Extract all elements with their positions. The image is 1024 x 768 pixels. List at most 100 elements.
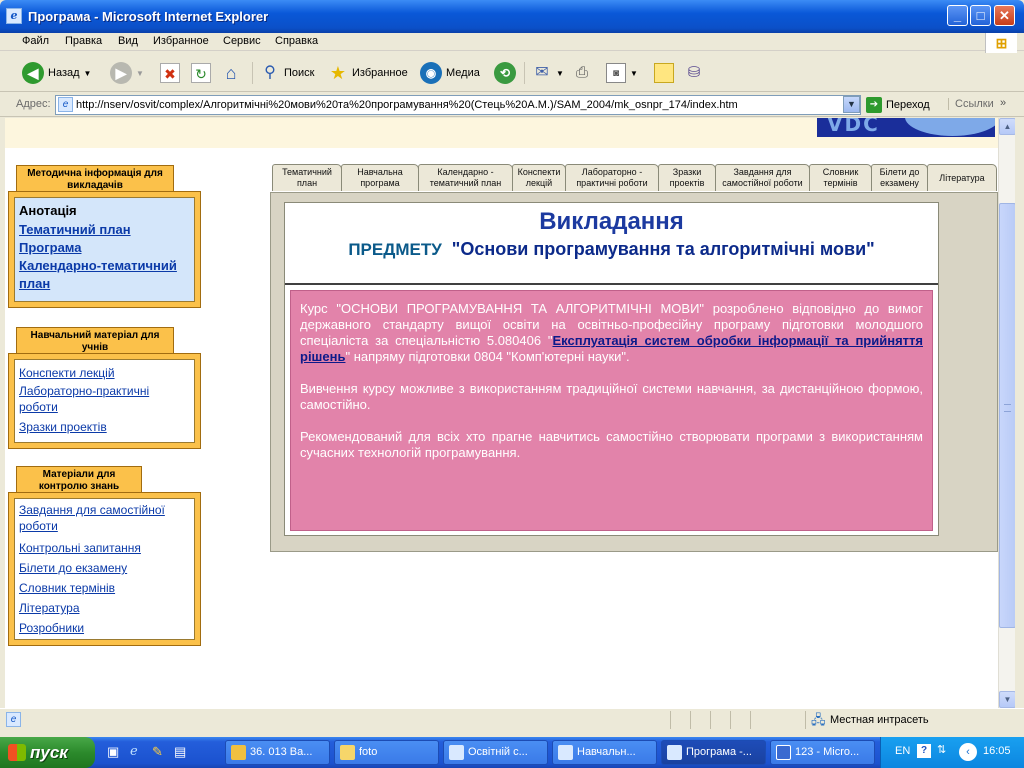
app-quicklaunch-icon[interactable]: ✎ <box>152 744 163 760</box>
ie-task-icon <box>667 745 682 760</box>
home-button[interactable]: ⌂ <box>221 59 241 87</box>
tray-expand-icon[interactable]: ‹ <box>959 743 977 761</box>
edit-button[interactable]: ◙ ▼ <box>606 59 638 87</box>
sidebar-link-literature[interactable]: Література <box>19 598 190 618</box>
print-button[interactable]: ⎙ <box>572 59 592 87</box>
sidebar-link-projects[interactable]: Зразки проектів <box>19 417 190 437</box>
vertical-scrollbar[interactable]: ▲ ▼ <box>998 118 1016 708</box>
sidebar-link-developers[interactable]: Розробники <box>19 618 190 638</box>
close-button[interactable]: ✕ <box>994 5 1015 26</box>
language-indicator[interactable]: EN <box>895 745 910 757</box>
history-button[interactable]: ⟲ <box>494 59 516 87</box>
mail-dropdown-icon[interactable]: ▼ <box>556 69 564 78</box>
help-icon[interactable]: ? <box>917 744 931 758</box>
forward-button[interactable]: ▶ ▼ <box>110 59 144 87</box>
scroll-thumb[interactable] <box>999 203 1016 628</box>
back-dropdown-icon[interactable]: ▼ <box>84 69 92 78</box>
menu-view[interactable]: Вид <box>118 35 138 47</box>
scroll-up-icon[interactable]: ▲ <box>999 118 1016 135</box>
tab-literature[interactable]: Література <box>927 164 997 191</box>
task-button[interactable]: Освітній с... <box>443 740 548 765</box>
network-icon[interactable]: ⇅ <box>937 743 946 756</box>
sidebar-link-calendar-plan[interactable]: Календарно-тематичний план <box>19 257 190 293</box>
sidebar-link-exam-tickets[interactable]: Білети до екзамену <box>19 558 190 578</box>
mail-button[interactable]: ✉ ▼ <box>532 59 564 87</box>
favorites-button[interactable]: ★ Избранное <box>328 59 408 87</box>
printer-icon: ⎙ <box>575 64 588 81</box>
task-button[interactable]: Навчальн... <box>552 740 657 765</box>
back-arrow-icon: ◀ <box>22 62 44 84</box>
media-label: Медиа <box>446 67 480 79</box>
ie-quicklaunch-icon[interactable]: e <box>130 744 138 759</box>
go-button[interactable]: ➔ Переход <box>866 96 930 114</box>
address-input[interactable]: http://nserv/osvit/complex/Алгоритмічні%… <box>55 95 861 115</box>
title-bar[interactable]: e Програма - Microsoft Internet Explorer… <box>0 0 1024 33</box>
menu-edit[interactable]: Правка <box>65 35 102 47</box>
menu-help[interactable]: Справка <box>275 35 318 47</box>
tab-lectures[interactable]: Конспекти лекцій <box>512 164 566 191</box>
ie-task-icon <box>449 745 464 760</box>
minimize-button[interactable]: _ <box>947 5 968 26</box>
tab-self-work[interactable]: Завдання для самостійної роботи <box>715 164 810 191</box>
menu-favorites[interactable]: Избранное <box>153 35 209 47</box>
media-quicklaunch-icon[interactable]: ▤ <box>174 744 186 760</box>
back-button[interactable]: ◀ Назад ▼ <box>22 59 91 87</box>
mail-icon: ✉ <box>535 64 549 81</box>
address-dropdown-icon[interactable]: ▼ <box>843 96 860 113</box>
content-panel: Викладання ПРЕДМЕТУ "Основи програмуванн… <box>270 192 998 552</box>
edit-dropdown-icon[interactable]: ▼ <box>630 69 638 78</box>
sidebar-link-glossary[interactable]: Словник термінів <box>19 578 190 598</box>
links-chevron-icon[interactable]: » <box>1000 97 1006 109</box>
media-button[interactable]: ◉ Медиа <box>420 59 480 87</box>
status-panel <box>690 711 710 729</box>
discuss-button[interactable] <box>654 59 674 87</box>
research-button[interactable]: ⛁ <box>684 59 704 87</box>
stop-button[interactable]: ✖ <box>160 59 180 87</box>
tab-exam-tickets[interactable]: Білети до екзамену <box>871 164 928 191</box>
page-title: Викладання <box>539 208 684 235</box>
task-button[interactable]: foto <box>334 740 439 765</box>
sidebar-link-program[interactable]: Програма <box>19 239 190 257</box>
desktop-quicklaunch-icon[interactable]: ▣ <box>107 744 119 760</box>
tab-glossary[interactable]: Словник термінів <box>809 164 872 191</box>
tab-thematic-plan[interactable]: Тематичний план <box>272 164 342 191</box>
toolbar: ◀ Назад ▼ ▶ ▼ ✖ ↻ ⌂ ⚲ Поиск ★ Избранное … <box>0 54 1024 92</box>
scroll-down-icon[interactable]: ▼ <box>999 691 1016 708</box>
description-paragraph-1: Курс "ОСНОВИ ПРОГРАМУВАННЯ ТА АЛГОРИТМІЧ… <box>300 301 923 364</box>
sidebar-link-questions[interactable]: Контрольні запитання <box>19 538 190 558</box>
refresh-button[interactable]: ↻ <box>191 59 211 87</box>
search-button[interactable]: ⚲ Поиск <box>260 59 314 87</box>
task-app-icon <box>231 745 246 760</box>
tab-program[interactable]: Навчальна програма <box>341 164 419 191</box>
start-button[interactable]: пуск <box>0 737 95 768</box>
sidebar-link-lectures[interactable]: Конспекти лекцій <box>19 363 190 383</box>
sidebar-link-self-work[interactable]: Завдання для самостійної роботи <box>19 502 190 534</box>
tab-calendar-plan[interactable]: Календарно - тематичний план <box>418 164 513 191</box>
edit-icon: ◙ <box>606 63 626 83</box>
description-box: Курс "ОСНОВИ ПРОГРАМУВАННЯ ТА АЛГОРИТМІЧ… <box>290 290 933 531</box>
forward-dropdown-icon[interactable]: ▼ <box>136 69 144 78</box>
task-button[interactable]: 123 - Micro... <box>770 740 875 765</box>
intranet-icon: 🖧 <box>811 712 826 727</box>
menu-tools[interactable]: Сервис <box>223 35 261 47</box>
banner: VDC <box>5 118 998 148</box>
maximize-button[interactable]: □ <box>970 5 991 26</box>
menu-file[interactable]: Файл <box>22 35 49 47</box>
search-icon: ⚲ <box>264 64 276 81</box>
go-arrow-icon: ➔ <box>866 97 882 113</box>
section-students-box: Конспекти лекцій Лабораторно-практичні р… <box>8 353 201 449</box>
links-label[interactable]: Ссылки <box>948 98 994 110</box>
window-title: Програма - Microsoft Internet Explorer <box>28 9 269 24</box>
status-panel <box>750 711 805 729</box>
description-paragraph-2: Вивчення курсу можливе з використанням т… <box>300 381 923 412</box>
subtitle-course-name: "Основи програмування та алгоритмічні мо… <box>451 239 875 259</box>
tab-projects[interactable]: Зразки проектів <box>658 164 716 191</box>
tab-strip: Тематичний план Навчальна програма Кален… <box>272 164 997 191</box>
section-students-title: Навчальний матеріал для учнів <box>16 327 174 356</box>
tab-labs[interactable]: Лабораторно - практичні роботи <box>565 164 659 191</box>
task-button[interactable]: 36. 013 Ва... <box>225 740 330 765</box>
sidebar-link-labs[interactable]: Лабораторно-практичні роботи <box>19 383 190 415</box>
task-button-active[interactable]: Програма -... <box>661 740 766 765</box>
zone-label: Местная интрасеть <box>830 714 929 726</box>
sidebar-link-thematic-plan[interactable]: Тематичний план <box>19 221 190 239</box>
